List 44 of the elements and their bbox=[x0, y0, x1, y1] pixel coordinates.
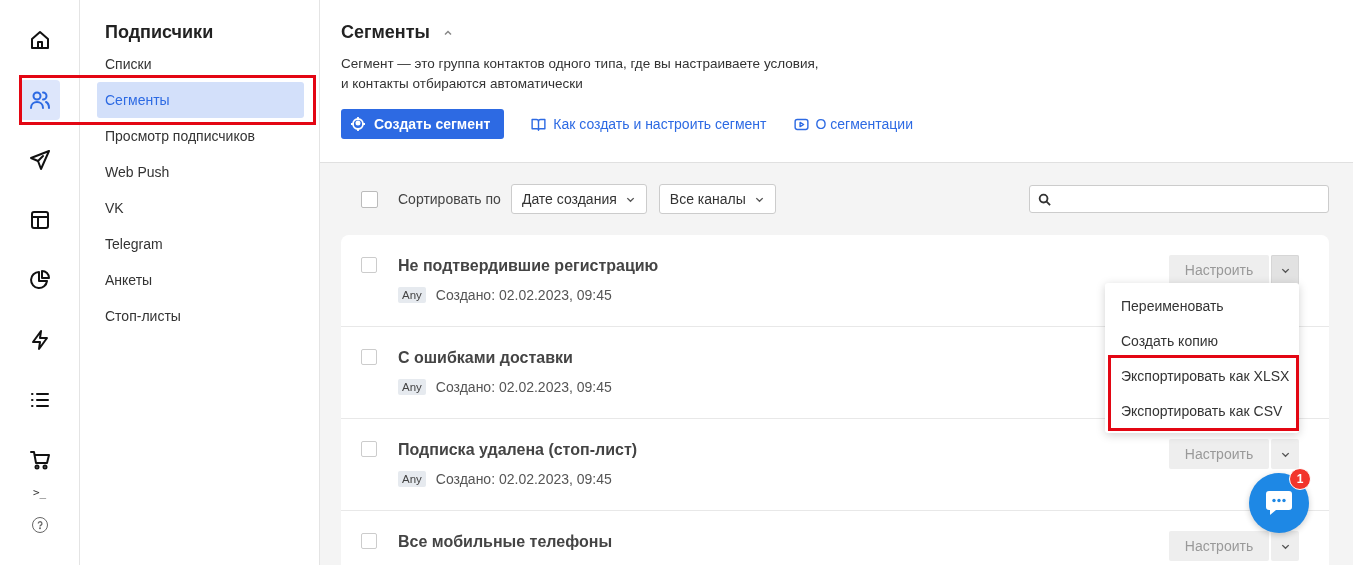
search-icon bbox=[1038, 192, 1051, 206]
nav-item[interactable]: VK bbox=[97, 190, 304, 226]
sort-label: Сортировать по bbox=[398, 191, 501, 207]
paper-plane-icon bbox=[27, 148, 52, 172]
row-checkbox[interactable] bbox=[361, 441, 377, 457]
dropdown[interactable]: Дате создания bbox=[510, 184, 647, 214]
terminal-link[interactable]: >_ bbox=[32, 486, 47, 499]
nav-item[interactable]: Анкеты bbox=[97, 262, 304, 298]
menu-item[interactable]: Экспортировать как CSV bbox=[1111, 393, 1296, 428]
target-icon bbox=[350, 116, 366, 132]
nav-item[interactable]: Стоп-листы bbox=[97, 298, 304, 334]
page-title: Сегменты bbox=[341, 22, 430, 43]
help-link[interactable]: Как создать и настроить сегмент bbox=[530, 115, 767, 133]
channel-tag: Any bbox=[398, 379, 426, 395]
dropdown[interactable]: Все каналы bbox=[658, 184, 776, 214]
channel-tag: Any bbox=[398, 471, 426, 487]
segment-name[interactable]: Все мобильные телефоны bbox=[398, 533, 1169, 551]
nav-item[interactable]: Сегменты bbox=[97, 82, 304, 118]
segment-name[interactable]: Не подтвердившие регистрацию bbox=[398, 257, 1169, 275]
chat-bubble-icon bbox=[1264, 489, 1294, 517]
created-date: Создано: 02.02.2023, 09:45 bbox=[435, 379, 612, 395]
create-segment-button[interactable]: Создать сегмент bbox=[341, 109, 505, 139]
menu-item[interactable]: Экспортировать как XLSX bbox=[1111, 358, 1296, 393]
help-link[interactable]: О сегментации bbox=[792, 115, 913, 133]
section-title: Подписчики bbox=[105, 22, 215, 43]
more-dropdown-button[interactable] bbox=[1271, 531, 1299, 561]
menu-item[interactable]: Переименовать bbox=[1105, 288, 1299, 323]
cart-icon bbox=[27, 448, 52, 472]
nav-item[interactable]: Списки bbox=[97, 46, 304, 82]
select-all-checkbox[interactable] bbox=[361, 190, 378, 208]
nav-item[interactable]: Просмотр подписчиков bbox=[97, 118, 304, 154]
nav-item[interactable]: Telegram bbox=[97, 226, 304, 262]
row-checkbox[interactable] bbox=[361, 257, 377, 273]
created-date: Создано: 02.02.2023, 09:45 bbox=[435, 287, 612, 303]
search-field[interactable] bbox=[1029, 185, 1329, 213]
channel-tag: Any bbox=[398, 287, 426, 303]
row-checkbox[interactable] bbox=[361, 349, 377, 365]
created-date: Создано: 02.02.2023, 09:45 bbox=[435, 471, 612, 487]
pie-chart-icon bbox=[27, 268, 52, 292]
row-checkbox[interactable] bbox=[361, 533, 377, 549]
description: Сегмент — это группа контактов одного типа, где вы настраиваете условия, и контакты отбираются автоматически bbox=[341, 55, 820, 93]
nav-item[interactable]: Web Push bbox=[97, 154, 304, 190]
menu-item[interactable]: Создать копию bbox=[1105, 323, 1299, 358]
segment-name[interactable]: Подписка удалена (стоп-лист) bbox=[398, 441, 1169, 459]
